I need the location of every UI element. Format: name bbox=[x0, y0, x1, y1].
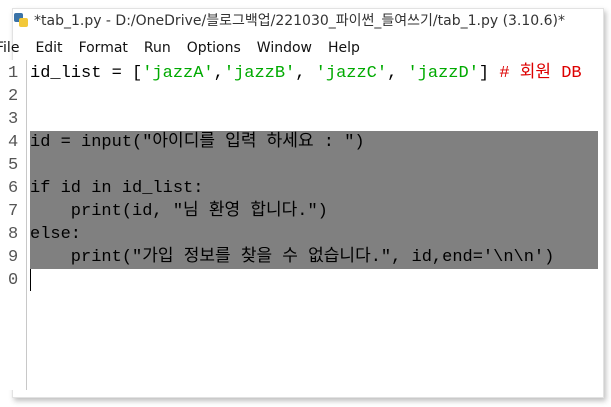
code-token: , bbox=[213, 64, 224, 83]
code-line-8: else: bbox=[30, 225, 82, 244]
line-number: 9 bbox=[8, 248, 19, 267]
line-number: 2 bbox=[8, 87, 19, 106]
string-token: 'jazzD' bbox=[407, 64, 479, 83]
window-title: *tab_1.py - D:/OneDrive/블로그백업/221030_파이썬… bbox=[34, 13, 566, 29]
line-number: 3 bbox=[8, 110, 19, 129]
title-bar: *tab_1.py - D:/OneDrive/블로그백업/221030_파이썬… bbox=[14, 9, 565, 31]
menu-bar: File Edit Format Run Options Window Help bbox=[0, 36, 376, 60]
comment-token: # 회원 DB bbox=[499, 64, 582, 83]
line-number-gutter: 1 2 3 4 5 6 7 8 9 0 bbox=[8, 62, 22, 292]
gutter-divider bbox=[26, 60, 27, 390]
text-cursor bbox=[30, 269, 31, 291]
code-line-9: print("가입 정보를 찾을 수 없습니다.", id,end='\n\n'… bbox=[30, 248, 555, 267]
menu-run[interactable]: Run bbox=[144, 40, 171, 56]
code-line-7: print(id, "님 환영 합니다.") bbox=[30, 202, 328, 221]
menu-help[interactable]: Help bbox=[328, 40, 360, 56]
menu-edit[interactable]: Edit bbox=[35, 40, 62, 56]
line-number: 7 bbox=[8, 202, 19, 221]
code-line-6: if id in id_list: bbox=[30, 179, 204, 198]
python-icon bbox=[14, 13, 28, 27]
code-text[interactable]: id_list = ['jazzA','jazzB', 'jazzC', 'ja… bbox=[30, 62, 582, 292]
line-number: 4 bbox=[8, 133, 19, 152]
code-line-1: id_list = ['jazzA','jazzB', 'jazzC', 'ja… bbox=[30, 62, 582, 85]
code-editor[interactable]: 1 2 3 4 5 6 7 8 9 0 id_list = ['jazzA','… bbox=[0, 60, 600, 390]
string-token: 'jazzC' bbox=[315, 64, 388, 83]
code-token: id_list = [ bbox=[30, 64, 143, 83]
line-number: 0 bbox=[8, 271, 19, 290]
line-number: 8 bbox=[8, 225, 19, 244]
code-token: ] bbox=[478, 64, 500, 83]
line-number: 6 bbox=[8, 179, 19, 198]
string-token: 'jazzB' bbox=[223, 64, 296, 83]
menu-window[interactable]: Window bbox=[257, 40, 312, 56]
string-token: 'jazzA' bbox=[142, 64, 214, 83]
code-token: , bbox=[295, 64, 316, 83]
code-line-4: id = input("아이디를 입력 하세요 : ") bbox=[30, 133, 365, 152]
line-number: 1 bbox=[8, 64, 19, 83]
line-number: 5 bbox=[8, 156, 19, 175]
menu-file[interactable]: File bbox=[0, 40, 19, 56]
code-token: , bbox=[387, 64, 408, 83]
menu-format[interactable]: Format bbox=[79, 40, 128, 56]
menu-options[interactable]: Options bbox=[187, 40, 241, 56]
